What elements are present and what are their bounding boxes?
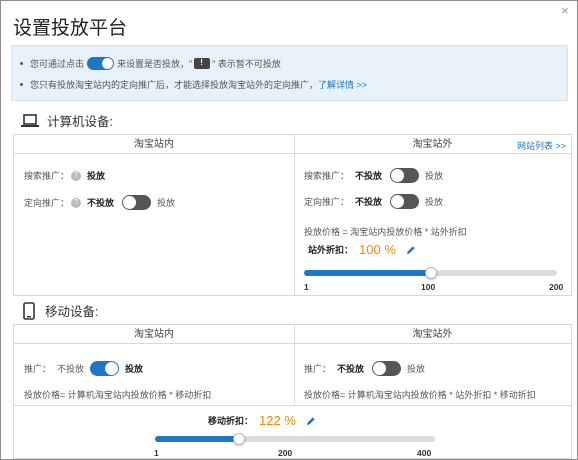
notice-box: 您可通过点击 来设置是否投放，" " 表示暂不可投放 您只有投放淘宝站内的定向推… [11,45,568,101]
laptop-icon [21,113,39,127]
mobile-inside-price-formula: 投放价格= 计算机淘宝站内投放价格 * 移动折扣 [24,388,211,401]
pc-inside-target-toggle[interactable] [122,195,152,210]
notice-line2-text: 您只有投放淘宝站内的定向推广后，才能选择投放淘宝站外的定向推广， [30,80,319,90]
pc-outside-search-label: 搜索推广： [304,171,350,181]
pc-inside-search-label: 搜索推广： [24,171,70,181]
pc-outside-search-off: 不投放 [355,171,383,181]
pc-slider-tick-max: 200 [549,282,564,292]
notice-line1-suffix: " 表示暂不可投放 [212,59,281,69]
mobile-discount-label: 移动折扣： [208,416,254,426]
mobile-settings-table: 淘宝站内 淘宝站外 推广： 不投放 投放 投放价格= 计算机淘宝站内投放价格 *… [13,324,572,459]
mobile-outside-price-formula-text: 投放价格= 计算机淘宝站内投放价格 * 站外折扣 * 移动折扣 [304,390,536,400]
mobile-inside-promo-label: 推广： [24,364,52,374]
mobile-inside-promo-on: 投放 [125,364,144,374]
mobile-inside-promo-row: 推广： 不投放 投放 [24,361,151,376]
mobile-col-outside: 淘宝站外 [294,325,571,344]
pc-slider-tick-mid: 100 [421,282,436,292]
mobile-discount-value: 122 % [259,413,296,428]
pc-col-outside-label: 淘宝站外 [412,139,453,150]
pc-settings-table: 淘宝站内 淘宝站外 网站列表 >> 搜索推广： ? 投放 定向推广： ? 不投放… [13,134,572,296]
mobile-section-heading: 移动设备: [23,301,98,320]
mobile-slider-tick-max: 400 [417,448,432,458]
pc-slider-tick-min: 1 [304,282,309,292]
notice-line-toggle: 您可通过点击 来设置是否投放，" " 表示暂不可投放 [20,57,281,70]
slider-fill [155,436,239,442]
pc-outside-search-row: 搜索推广： 不投放 投放 [304,168,443,183]
pc-outside-target-toggle[interactable] [390,194,420,209]
column-divider [294,325,295,404]
mobile-discount-row: 移动折扣： 122 % [208,413,316,428]
pc-outside-discount-label: 站外折扣： [308,245,354,255]
pc-outside-target-on: 投放 [425,197,444,207]
help-icon[interactable]: ? [71,170,82,181]
pc-outside-price-formula-text: 投放价格 = 淘宝站内投放价格 * 站外折扣 [304,227,467,237]
pc-inside-search-value: 投放 [87,171,106,181]
mobile-outside-promo-on: 投放 [407,364,426,374]
mobile-outside-promo-off: 不投放 [337,364,365,374]
notice-line1-prefix: 您可通过点击 [30,59,85,69]
notice-line-detail: 您只有投放淘宝站内的定向推广后，才能选择投放淘宝站外的定向推广， 了解详情 >> [20,78,367,91]
pc-heading-label: 计算机设备: [47,115,113,129]
sample-toggle-icon [87,57,115,70]
mobile-heading-label: 移动设备: [45,305,99,319]
pc-outside-search-toggle[interactable] [390,168,420,183]
pc-outside-discount-row: 站外折扣： 100 % [308,242,416,257]
dialog: 设置投放平台 × 您可通过点击 来设置是否投放，" " 表示暂不可投放 您只有投… [0,0,578,460]
pc-inside-target-off: 不投放 [87,198,115,208]
notice-line1-middle: 来设置是否投放，" [117,59,193,69]
bullet-icon [20,62,23,65]
pc-section-heading: 计算机设备: [21,111,113,130]
help-icon[interactable]: ? [71,197,82,208]
bullet-icon [20,83,23,86]
pc-inside-target-row: 定向推广： ? 不投放 投放 [24,195,175,210]
dialog-title: 设置投放平台 [13,18,128,39]
pc-outside-discount-value: 100 % [359,242,396,257]
pc-inside-target-on: 投放 [157,198,176,208]
slider-handle[interactable] [425,267,437,279]
mobile-outside-promo-toggle[interactable] [372,361,402,376]
mobile-col-inside: 淘宝站内 [14,325,294,344]
mobile-outside-price-formula: 投放价格= 计算机淘宝站内投放价格 * 站外折扣 * 移动折扣 [304,388,536,401]
pc-outside-target-row: 定向推广： 不投放 投放 [304,194,443,209]
pc-inside-search-row: 搜索推广： ? 投放 [24,169,113,182]
site-list-link[interactable]: 网站列表 >> [517,139,566,152]
pc-outside-target-off: 不投放 [355,197,383,207]
mobile-outside-promo-label: 推广： [304,364,332,374]
warning-icon [194,58,211,69]
mobile-phone-icon [23,301,35,320]
mobile-inside-promo-toggle[interactable] [90,361,120,376]
column-divider [294,135,295,295]
pc-col-inside: 淘宝站内 [14,135,294,154]
pencil-icon[interactable] [406,245,416,255]
close-icon[interactable]: × [561,3,569,18]
pencil-icon[interactable] [306,416,316,426]
pc-inside-target-label: 定向推广： [24,198,70,208]
slider-fill [304,270,431,276]
learn-more-link[interactable]: 了解详情 >> [318,78,367,91]
pc-outside-price-formula: 投放价格 = 淘宝站内投放价格 * 站外折扣 [304,225,467,238]
mobile-discount-slider[interactable] [155,433,435,445]
mobile-slider-tick-mid: 200 [278,448,293,458]
row-divider [14,405,571,406]
pc-outside-target-label: 定向推广： [304,197,350,207]
mobile-inside-price-formula-text: 投放价格= 计算机淘宝站内投放价格 * 移动折扣 [24,390,212,400]
mobile-slider-tick-min: 1 [154,448,159,458]
mobile-inside-promo-off: 不投放 [57,364,85,374]
slider-handle[interactable] [233,433,245,445]
pc-outside-discount-slider[interactable] [304,267,557,279]
pc-outside-search-on: 投放 [425,171,444,181]
mobile-outside-promo-row: 推广： 不投放 投放 [304,361,425,376]
